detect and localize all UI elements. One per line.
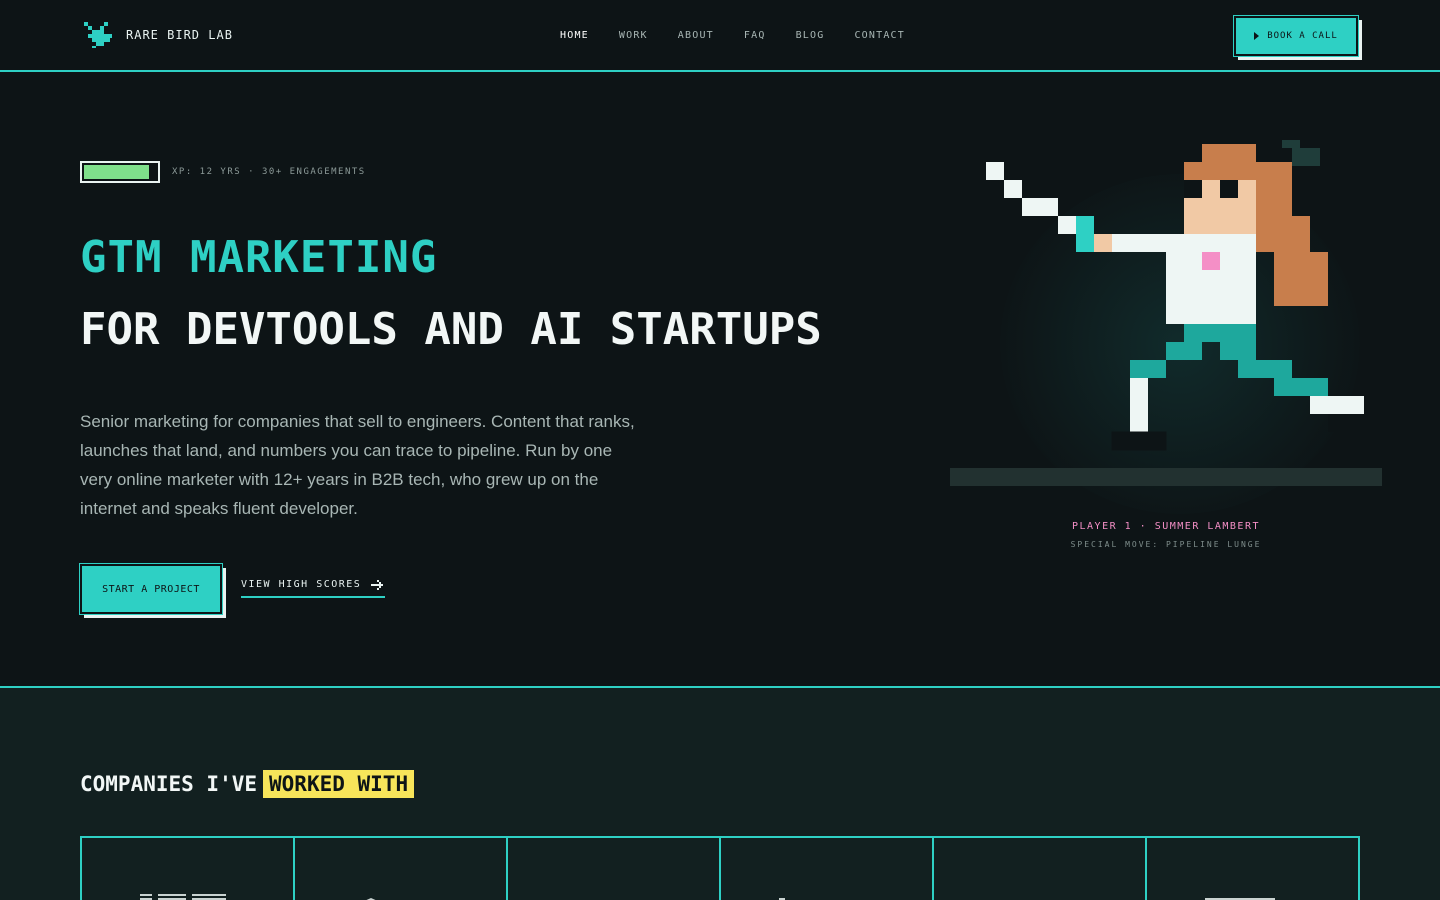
main-nav: HOME WORK ABOUT FAQ BLOG CONTACT <box>560 30 905 41</box>
logo-cell-2 <box>295 838 508 900</box>
book-call-label: BOOK A CALL <box>1267 31 1338 41</box>
xp-meter: XP: 12 YRS · 30+ ENGAGEMENTS <box>80 161 366 183</box>
nav-faq[interactable]: FAQ <box>744 30 766 41</box>
hero-section: XP: 12 YRS · 30+ ENGAGEMENTS GTM MARKETI… <box>0 74 1440 686</box>
xp-text: XP: 12 YRS · 30+ ENGAGEMENTS <box>172 167 366 177</box>
company-logo-6 <box>1205 898 1275 900</box>
play-icon <box>1254 32 1260 40</box>
player-caption: PLAYER 1 · SUMMER LAMBERT SPECIAL MOVE: … <box>950 521 1382 549</box>
nav-contact[interactable]: CONTACT <box>854 30 905 41</box>
bird-icon <box>84 22 112 48</box>
nav-work[interactable]: WORK <box>619 30 648 41</box>
company-logo-grid <box>80 836 1360 900</box>
top-nav: RARE BIRD LAB HOME WORK ABOUT FAQ BLOG C… <box>0 0 1440 72</box>
arrow-right-icon <box>371 579 384 590</box>
view-high-scores-link[interactable]: VIEW HIGH SCORES <box>241 579 386 598</box>
xp-bar-fill <box>84 165 149 179</box>
hero-lead: Senior marketing for companies that sell… <box>80 412 635 518</box>
player-label: PLAYER 1 · SUMMER LAMBERT <box>1071 521 1260 532</box>
xp-bar <box>80 161 160 183</box>
start-project-button[interactable]: START A PROJECT <box>79 563 223 615</box>
logo-cell-ibm <box>82 838 295 900</box>
special-move-label: SPECIAL MOVE: PIPELINE LUNGE <box>1070 540 1262 549</box>
ground-platform <box>950 468 1382 486</box>
headline-line-1: GTM MARKETING <box>80 232 438 283</box>
nav-blog[interactable]: BLOG <box>796 30 825 41</box>
book-call-button[interactable]: BOOK A CALL <box>1233 15 1359 57</box>
ibm-logo <box>140 894 226 900</box>
brand-logo[interactable]: RARE BIRD LAB <box>82 20 233 50</box>
company-logo-5 <box>992 894 1032 900</box>
logo-cell-4 <box>721 838 934 900</box>
companies-heading-highlight: WORKED WITH <box>263 770 415 798</box>
companies-heading-prefix: COMPANIES I'VE <box>80 772 258 796</box>
companies-section: COMPANIES I'VE WORKED WITH <box>0 686 1440 900</box>
logo-cell-3 <box>508 838 721 900</box>
nav-about[interactable]: ABOUT <box>678 30 714 41</box>
company-logo-4 <box>779 898 785 900</box>
headline-line-2: FOR DEVTOOLS AND AI STARTUPS <box>80 304 822 355</box>
brand-name: RARE BIRD LAB <box>126 28 233 42</box>
logo-cell-5 <box>934 838 1147 900</box>
view-high-scores-label: VIEW HIGH SCORES <box>241 579 362 590</box>
companies-heading: COMPANIES I'VE WORKED WITH <box>80 770 415 798</box>
pixel-character-illustration <box>986 140 1382 451</box>
nav-home[interactable]: HOME <box>560 30 589 41</box>
company-logo-2 <box>366 898 376 900</box>
logo-cell-6 <box>1147 838 1358 900</box>
